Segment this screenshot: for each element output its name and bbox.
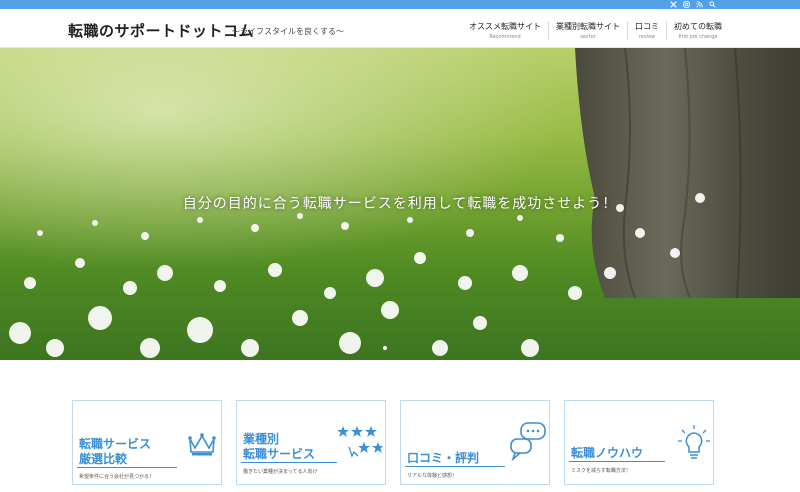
card-underline xyxy=(77,467,177,468)
card-description: リアルな体験と感想！ xyxy=(407,473,457,479)
top-bar xyxy=(0,0,800,9)
crown-icon xyxy=(188,433,216,456)
slider-dot[interactable] xyxy=(383,346,387,350)
x-icon[interactable] xyxy=(669,1,677,9)
stars-icon xyxy=(337,426,383,458)
instagram-icon[interactable] xyxy=(682,1,690,9)
hero-banner: 自分の目的に合う転職サービスを利用して転職を成功させよう！ xyxy=(0,48,800,360)
card-description: ミスクを減らす転職方法！ xyxy=(571,468,631,474)
card-underline xyxy=(241,462,337,463)
site-logo[interactable]: 転職のサポートドットコム xyxy=(68,20,254,41)
card-description: 希望条件に合う会社が見つかる！ xyxy=(79,474,155,480)
nav-item-recommend[interactable]: オススメ転職サイト Recommend xyxy=(469,21,548,40)
search-icon[interactable] xyxy=(708,1,716,9)
nav-item-sub: Recommend xyxy=(489,34,521,40)
main-nav: オススメ転職サイト Recommend 業種別転職サイト sector 口コミ … xyxy=(469,21,729,40)
card-service-comparison[interactable]: 転職サービス 厳選比較 希望条件に合う会社が見つかる！ xyxy=(72,400,222,485)
card-know-how[interactable]: 転職ノウハウ ミスクを減らす転職方法！ xyxy=(564,400,714,485)
nav-item-label: 業種別転職サイト xyxy=(556,22,620,31)
nav-item-label: 口コミ xyxy=(635,22,659,31)
nav-item-label: 初めての転職 xyxy=(674,22,722,31)
card-title-line2: 転職サービス xyxy=(243,447,316,461)
hero-caption: 自分の目的に合う転職サービスを利用して転職を成功させよう！ xyxy=(182,196,618,212)
nav-item-sub: sector xyxy=(580,34,596,40)
card-title-line1: 口コミ・評判 xyxy=(407,451,480,465)
rss-icon[interactable] xyxy=(695,1,703,9)
lightbulb-icon xyxy=(678,425,710,459)
card-industry-services[interactable]: 業種別 転職サービス 働きたい業種が決まってる人向け xyxy=(236,400,386,485)
nav-item-sub: review xyxy=(638,34,656,40)
nav-item-review[interactable]: 口コミ review xyxy=(627,21,666,40)
social-icons xyxy=(669,0,716,9)
site-tagline: 〜ライフスタイルを良くする〜 xyxy=(232,27,344,36)
card-reviews[interactable]: 口コミ・評判 リアルな体験と感想！ xyxy=(400,400,550,485)
card-underline xyxy=(405,466,505,467)
category-cards: 転職サービス 厳選比較 希望条件に合う会社が見つかる！ 業種別 転職サービス 働… xyxy=(72,400,714,485)
site-header: 転職のサポートドットコム 〜ライフスタイルを良くする〜 オススメ転職サイト Re… xyxy=(0,9,800,48)
nav-item-first-job-change[interactable]: 初めての転職 first job change xyxy=(666,21,729,40)
nav-item-sub: first job change xyxy=(678,34,718,40)
card-description: 働きたい業種が決まってる人向け xyxy=(243,469,318,475)
card-title-line2: 厳選比較 xyxy=(79,452,128,466)
card-title-line1: 業種別 xyxy=(243,432,280,446)
card-underline xyxy=(569,461,665,462)
card-title-line1: 転職ノウハウ xyxy=(571,446,644,460)
chat-bubble-icon xyxy=(510,422,546,461)
nav-item-label: オススメ転職サイト xyxy=(469,22,541,31)
card-title-line1: 転職サービス xyxy=(79,437,152,451)
nav-item-sector[interactable]: 業種別転職サイト sector xyxy=(548,21,627,40)
